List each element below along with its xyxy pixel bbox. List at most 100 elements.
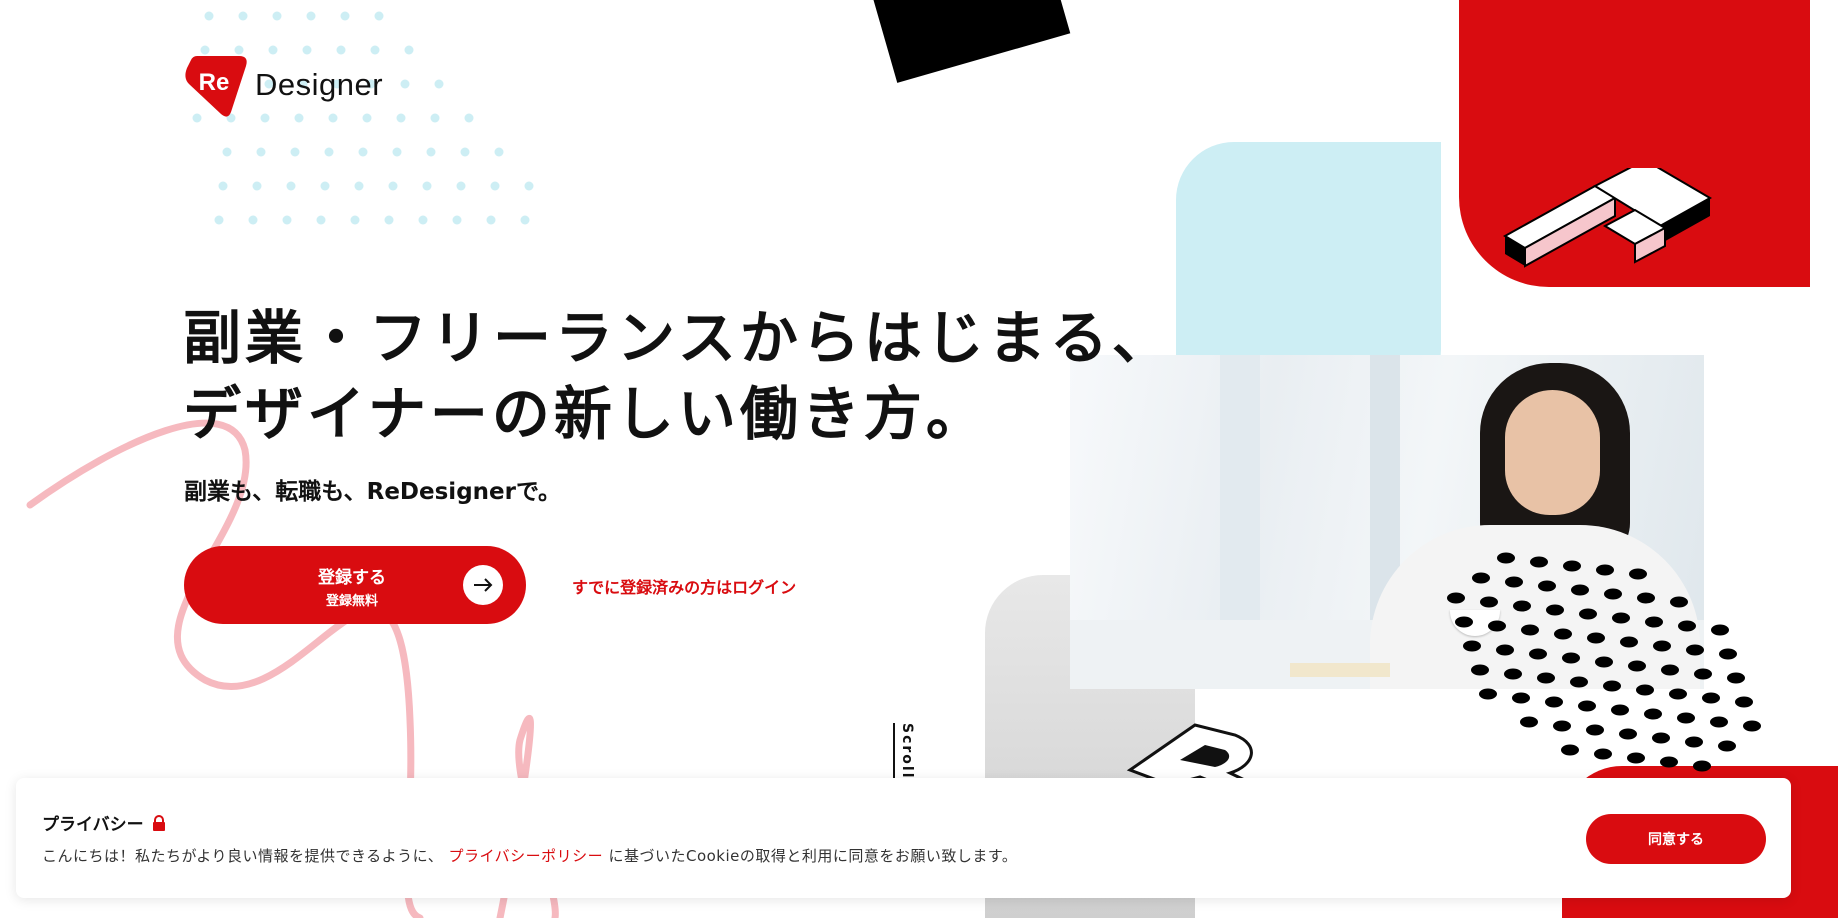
decorative-black-dot xyxy=(1497,552,1515,564)
decorative-dot xyxy=(426,147,436,157)
decorative-black-block xyxy=(869,0,1071,83)
decorative-black-dot xyxy=(1579,608,1597,620)
decorative-black-dot xyxy=(1603,680,1621,692)
decorative-black-dot xyxy=(1505,576,1523,588)
decorative-black-dot xyxy=(1620,636,1638,648)
decorative-dot xyxy=(340,11,350,21)
decorative-black-dot xyxy=(1563,560,1581,572)
decorative-dot xyxy=(204,11,214,21)
privacy-text-before: こんにちは！私たちがより良い情報を提供できるように、 xyxy=(42,847,444,865)
logo-text: Designer xyxy=(255,67,384,102)
privacy-policy-link[interactable]: プライバシーポリシー xyxy=(448,847,603,865)
decorative-black-dot xyxy=(1644,708,1662,720)
decorative-dot xyxy=(494,147,504,157)
decorative-dot xyxy=(290,147,300,157)
decorative-black-dot xyxy=(1636,684,1654,696)
decorative-black-dot xyxy=(1561,744,1579,756)
privacy-title: プライバシー xyxy=(42,810,166,835)
decorative-black-dot xyxy=(1670,596,1688,608)
hero-subline: 副業も、転職も、ReDesignerで。 xyxy=(184,479,562,505)
decorative-black-dot xyxy=(1570,676,1588,688)
decorative-black-dot xyxy=(1619,728,1637,740)
decorative-black-dot xyxy=(1455,616,1473,628)
decorative-black-dot xyxy=(1627,752,1645,764)
decorative-black-dot xyxy=(1686,644,1704,656)
hero-headline-line2: デザイナーの新しい働き方。 xyxy=(183,380,988,448)
decorative-dot xyxy=(486,215,496,225)
decorative-dot xyxy=(320,181,330,191)
decorative-dot xyxy=(422,181,432,191)
decorative-dot xyxy=(460,147,470,157)
decorative-black-dot xyxy=(1578,700,1596,712)
decorative-black-dot xyxy=(1710,716,1728,728)
decorative-black-dot xyxy=(1530,556,1548,568)
decorative-black-dot xyxy=(1472,572,1490,584)
decorative-black-dot xyxy=(1702,692,1720,704)
decorative-black-dot xyxy=(1571,584,1589,596)
decorative-dot xyxy=(384,215,394,225)
decorative-black-dot xyxy=(1471,664,1489,676)
register-button-label: 登録する xyxy=(318,568,386,588)
decorative-dot xyxy=(490,181,500,191)
decorative-black-dot xyxy=(1447,592,1465,604)
decorative-dot xyxy=(400,79,410,89)
login-link[interactable]: すでに登録済みの方はログイン xyxy=(572,574,796,598)
svg-text:Re: Re xyxy=(199,69,230,96)
decorative-black-dot-pattern xyxy=(1447,552,1761,772)
decorative-black-dot xyxy=(1604,588,1622,600)
decorative-dot xyxy=(358,147,368,157)
decorative-black-dot xyxy=(1727,672,1745,684)
decorative-black-dot xyxy=(1504,668,1522,680)
decorative-black-dot xyxy=(1520,716,1538,728)
agree-button[interactable]: 同意する xyxy=(1586,814,1766,864)
decorative-dot xyxy=(354,181,364,191)
hero-headline: 副業・フリーランスからはじまる、 デザイナーの新しい働き方。 xyxy=(183,300,1174,452)
decorative-dot xyxy=(524,181,534,191)
decorative-dot xyxy=(252,181,262,191)
decorative-dot xyxy=(430,113,440,123)
decorative-dot xyxy=(374,11,384,21)
decorative-black-dot xyxy=(1711,624,1729,636)
decorative-black-dot xyxy=(1653,640,1671,652)
decorative-dot xyxy=(222,147,232,157)
decorative-black-dot xyxy=(1612,612,1630,624)
decorative-dot xyxy=(520,215,530,225)
decorative-black-dot xyxy=(1463,640,1481,652)
hero-headline-line1: 副業・フリーランスからはじまる、 xyxy=(183,304,1174,372)
decorative-dot xyxy=(388,181,398,191)
decorative-3d-letter-r xyxy=(1126,723,1256,785)
decorative-black-dot xyxy=(1521,624,1539,636)
decorative-dot xyxy=(272,11,282,21)
decorative-black-dot xyxy=(1677,712,1695,724)
decorative-dot xyxy=(286,181,296,191)
decorative-black-dot xyxy=(1645,616,1663,628)
decorative-dot xyxy=(456,181,466,191)
decorative-black-dot xyxy=(1546,604,1564,616)
privacy-title-text: プライバシー xyxy=(42,815,144,835)
privacy-banner: プライバシー こんにちは！私たちがより良い情報を提供できるように、 プライバシー… xyxy=(16,778,1791,898)
decorative-black-dot xyxy=(1652,732,1670,744)
decorative-dot xyxy=(392,147,402,157)
decorative-dot xyxy=(464,113,474,123)
decorative-dot xyxy=(434,79,444,89)
decorative-black-dot xyxy=(1660,756,1678,768)
scroll-indicator-line xyxy=(893,723,895,783)
site-logo[interactable]: Re Designer xyxy=(183,50,383,120)
decorative-dot xyxy=(238,11,248,21)
decorative-black-dot xyxy=(1488,620,1506,632)
lock-icon xyxy=(152,814,165,831)
decorative-black-dot xyxy=(1586,724,1604,736)
decorative-dot xyxy=(418,215,428,225)
decorative-dot xyxy=(324,147,334,157)
decorative-black-dot xyxy=(1693,760,1711,772)
decorative-black-dot xyxy=(1537,672,1555,684)
privacy-text-after: に基づいたCookieの取得と利用に同意をお願い致します。 xyxy=(608,847,1018,865)
decorative-dot xyxy=(350,215,360,225)
register-button[interactable]: 登録する 登録無料 xyxy=(184,546,526,624)
decorative-black-dot xyxy=(1678,620,1696,632)
decorative-black-dot xyxy=(1685,736,1703,748)
decorative-black-dot xyxy=(1743,720,1761,732)
decorative-black-dot xyxy=(1479,688,1497,700)
decorative-black-dot xyxy=(1661,664,1679,676)
decorative-dot xyxy=(256,147,266,157)
